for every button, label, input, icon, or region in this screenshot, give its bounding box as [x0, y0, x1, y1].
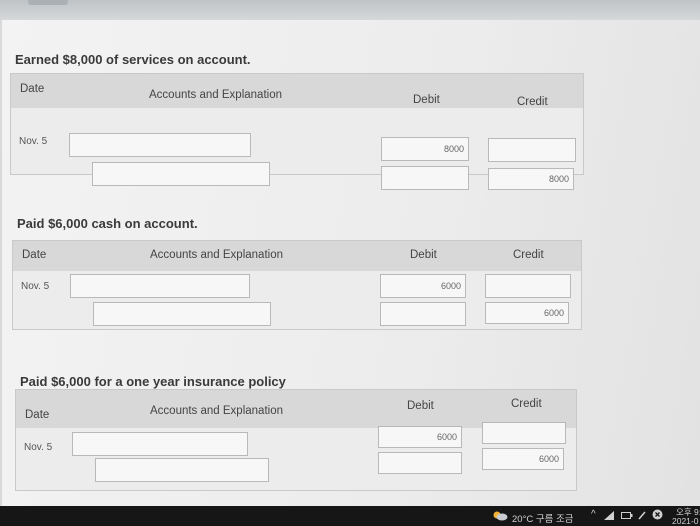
header-accounts: Accounts and Explanation — [149, 89, 282, 101]
row-1-debit-value: 6000 — [440, 281, 461, 291]
worksheet-page: Earned $8,000 of services on account. Da… — [2, 20, 700, 506]
pen-icon[interactable] — [637, 510, 647, 524]
tab-edge — [28, 0, 68, 5]
clock-date[interactable]: 2021-0 — [672, 516, 698, 526]
section-1-heading: Earned $8,000 of services on account. — [15, 52, 251, 67]
header-debit: Debit — [407, 400, 434, 412]
row-1-debit-value: 6000 — [436, 432, 457, 442]
journal-table-2: Date Accounts and Explanation Debit Cred… — [12, 240, 582, 330]
row-1-account-input[interactable] — [70, 274, 250, 298]
chevron-up-icon[interactable]: ^ — [591, 509, 596, 520]
header-date: Date — [22, 249, 47, 261]
row-1-date: Nov. 5 — [21, 281, 50, 292]
close-icon[interactable] — [652, 509, 663, 523]
table-header: Date Accounts and Explanation Debit Cred… — [11, 74, 583, 108]
table-header: Date Accounts and Explanation Debit Cred… — [13, 241, 581, 271]
weather-text[interactable]: 20°C 구름 조금 — [512, 511, 573, 525]
header-date: Date — [20, 83, 45, 95]
journal-table-3: Date Accounts and Explanation Debit Cred… — [15, 389, 577, 491]
header-credit: Credit — [511, 398, 542, 410]
header-accounts: Accounts and Explanation — [150, 249, 283, 261]
header-credit: Credit — [513, 249, 544, 261]
row-1-credit-input[interactable] — [482, 422, 566, 444]
row-2-debit-input[interactable] — [380, 302, 466, 326]
header-debit: Debit — [410, 249, 437, 261]
row-2-account-input[interactable] — [93, 302, 271, 326]
network-icon[interactable] — [603, 510, 615, 524]
row-2-account-input[interactable] — [92, 162, 270, 186]
row-1-credit-input[interactable] — [488, 138, 576, 162]
row-2-account-input[interactable] — [95, 458, 269, 482]
row-2-credit-value: 6000 — [543, 308, 564, 318]
header-date: Date — [25, 409, 50, 421]
row-1-account-input[interactable] — [72, 432, 248, 456]
browser-top-strip — [0, 0, 700, 22]
header-debit: Debit — [413, 94, 440, 106]
header-credit: Credit — [517, 96, 548, 108]
row-2-credit-input[interactable]: 6000 — [485, 302, 569, 324]
row-2-debit-input[interactable] — [378, 452, 462, 474]
row-1-debit-value: 8000 — [443, 144, 464, 154]
row-1-debit-input[interactable]: 8000 — [381, 137, 469, 161]
row-2-credit-value: 8000 — [548, 174, 569, 184]
weather-icon[interactable] — [492, 510, 508, 524]
section-2-heading: Paid $6,000 cash on account. — [17, 216, 198, 231]
row-1-date: Nov. 5 — [19, 136, 48, 147]
row-1-account-input[interactable] — [69, 133, 251, 157]
row-1-date: Nov. 5 — [24, 442, 53, 453]
row-1-credit-input[interactable] — [485, 274, 571, 298]
battery-icon[interactable] — [621, 511, 633, 523]
row-1-debit-input[interactable]: 6000 — [380, 274, 466, 298]
row-2-credit-input[interactable]: 6000 — [482, 448, 564, 470]
row-1-debit-input[interactable]: 6000 — [378, 426, 462, 448]
journal-table-1: Date Accounts and Explanation Debit Cred… — [10, 73, 584, 190]
header-accounts: Accounts and Explanation — [150, 405, 283, 417]
section-3-heading: Paid $6,000 for a one year insurance pol… — [20, 374, 286, 389]
row-2-debit-input[interactable] — [381, 166, 469, 190]
row-2-credit-value: 6000 — [538, 454, 559, 464]
taskbar: 20°C 구름 조금 ^ 오후 9: 2021-0 — [0, 506, 700, 526]
row-2-credit-input[interactable]: 8000 — [488, 168, 574, 190]
